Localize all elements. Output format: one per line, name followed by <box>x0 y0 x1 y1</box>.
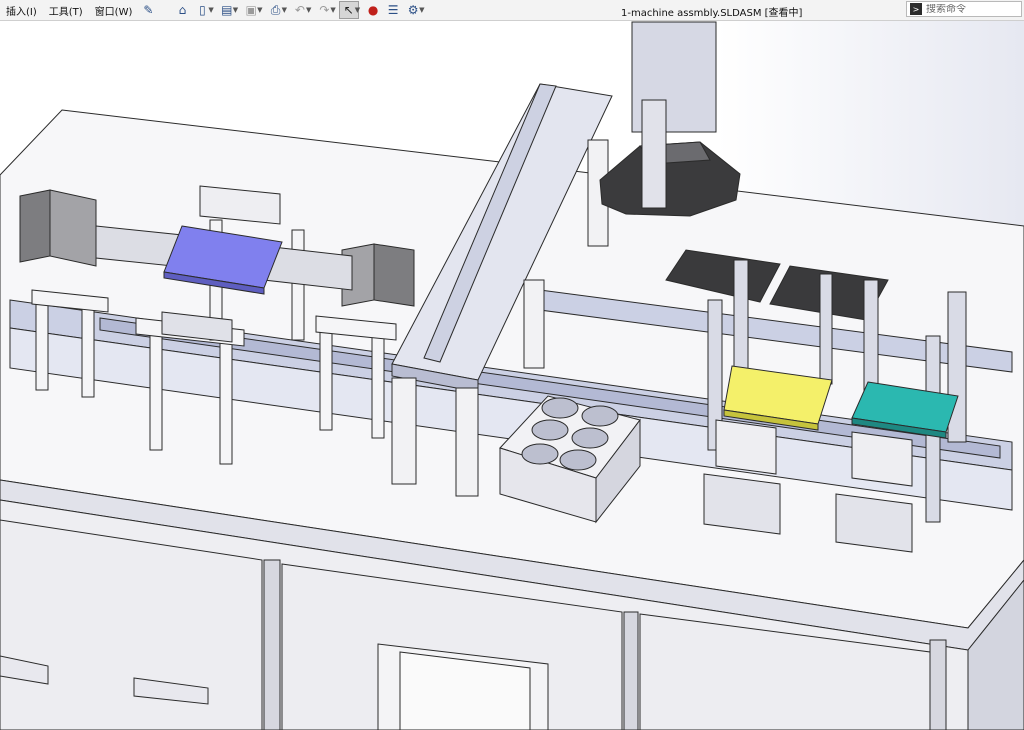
command-prompt-icon: > <box>910 3 922 15</box>
window-title: 1-machine assmbly.SLDASM [查看中] <box>621 8 803 19</box>
rebuild-icon[interactable]: ● <box>363 1 383 19</box>
menu-window[interactable]: 窗口(W) <box>89 3 139 18</box>
redo-dropdown-icon[interactable]: ▼ <box>330 6 335 14</box>
pin-icon[interactable]: ✎ <box>138 1 158 19</box>
search-box[interactable]: > <box>906 1 1022 17</box>
new-dropdown-icon[interactable]: ▼ <box>208 6 213 14</box>
menu-bar: 插入(I) 工具(T) 窗口(W) ✎ ⌂ ▯ ▼ ▤ ▼ ▣ ▼ ⎙ ▼ ↶ ▼ ↷ ▼ … <box>0 0 1024 21</box>
open-dropdown-icon[interactable]: ▼ <box>233 6 238 14</box>
main-toolbar: ⌂ ▯ ▼ ▤ ▼ ▣ ▼ ⎙ ▼ ↶ ▼ ↷ ▼ ↖ ▼ ● ☰ ⚙ ▼ <box>172 1 427 19</box>
home-icon[interactable]: ⌂ <box>172 1 192 19</box>
search-commands-input[interactable] <box>926 3 1012 15</box>
file-properties-icon[interactable]: ☰ <box>383 1 403 19</box>
menu-tools[interactable]: 工具(T) <box>43 3 89 18</box>
menu-insert[interactable]: 插入(I) <box>0 3 43 18</box>
options-dropdown-icon[interactable]: ▼ <box>419 6 424 14</box>
select-dropdown-icon[interactable]: ▼ <box>355 6 360 14</box>
print-dropdown-icon[interactable]: ▼ <box>282 6 287 14</box>
undo-dropdown-icon[interactable]: ▼ <box>306 6 311 14</box>
save-dropdown-icon[interactable]: ▼ <box>257 6 262 14</box>
graphics-viewport[interactable] <box>0 21 1024 730</box>
